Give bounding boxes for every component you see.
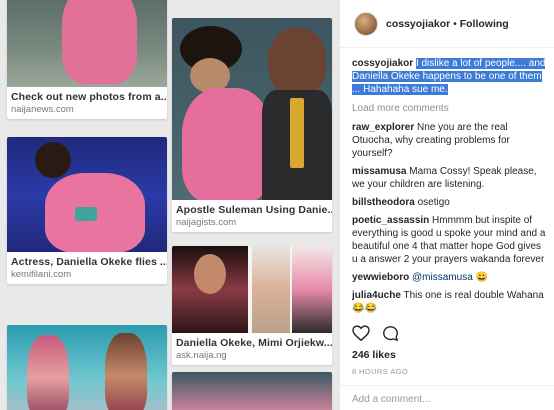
following-button[interactable]: Following [460,18,509,30]
image-source: ask.naija.ng [176,350,227,361]
image-card[interactable]: Apostle Suleman Using Danie... naijagist… [172,18,332,232]
image-thumbnail[interactable] [172,246,332,333]
post-caption: cossyojiakor I dislike a lot of people..… [352,57,548,96]
heart-icon[interactable] [352,325,370,347]
comment-text: 😀 [472,272,488,283]
image-thumbnail[interactable] [7,325,167,410]
image-thumbnail[interactable] [7,0,167,87]
header-username[interactable]: cossyojiakor [386,18,450,30]
comment-username[interactable]: missamusa [352,166,406,177]
comment-username[interactable]: billstheodora [352,197,415,208]
image-search-grid: Check out new photos from a... naijanews… [0,0,339,410]
comment-item: raw_explorer Nne you are the real Otuoch… [352,121,548,160]
image-card[interactable] [172,372,332,410]
post-actions [352,325,399,347]
instagram-post-panel: cossyojiakor • Following cossyojiakor I … [339,0,554,410]
image-caption[interactable]: Actress, Daniella Okeke flies ... [7,252,167,268]
likes-count[interactable]: 246 likes [352,349,396,361]
image-card[interactable]: Daniella Okeke, Mimi Orjiekw... ask.naij… [172,246,332,365]
image-thumbnail[interactable] [172,372,332,410]
add-comment-input[interactable]: Add a comment... [340,385,554,410]
image-caption[interactable]: Daniella Okeke, Mimi Orjiekw... [172,333,332,349]
image-card[interactable]: Check out new photos from a... naijanews… [7,0,167,119]
header-separator: • [450,17,460,30]
comment-item: missamusa Mama Cossy! Speak please, we y… [352,165,548,191]
image-source: naijagists.com [176,217,237,228]
caption-username[interactable]: cossyojiakor [352,58,413,69]
comment-username[interactable]: yewwieboro [352,272,409,283]
post-header: cossyojiakor • Following [340,0,554,48]
image-card[interactable]: Actress, Daniella Okeke flies ... kemifi… [7,137,167,284]
comment-item: julia4uche This one is real double Wahan… [352,289,548,315]
image-thumbnail[interactable] [7,137,167,252]
comment-bubble-icon[interactable] [382,325,399,347]
comment-item: yewwieboro @missamusa 😀 [352,271,548,284]
comment-item: billstheodora osetigo [352,196,548,209]
comment-item: poetic_assassin Hmmmm but inspite of eve… [352,214,548,266]
image-caption[interactable]: Check out new photos from a... [7,87,167,103]
image-card[interactable] [7,325,167,410]
comments-section: cossyojiakor I dislike a lot of people..… [352,57,548,320]
image-caption[interactable]: Apostle Suleman Using Danie... [172,200,332,216]
image-source: kemifilani.com [11,269,72,280]
comment-username[interactable]: raw_explorer [352,122,414,133]
image-thumbnail[interactable] [172,18,332,200]
avatar[interactable] [354,11,378,36]
comment-username[interactable]: julia4uche [352,290,401,301]
comment-mention-link[interactable]: @missamusa [412,272,473,283]
header-text: cossyojiakor • Following [386,18,509,30]
comment-username[interactable]: poetic_assassin [352,215,429,226]
post-timestamp: 8 HOURS AGO [352,367,409,376]
image-source: naijanews.com [11,104,74,115]
load-more-comments-link[interactable]: Load more comments [352,102,548,115]
comment-text: osetigo [417,197,450,208]
